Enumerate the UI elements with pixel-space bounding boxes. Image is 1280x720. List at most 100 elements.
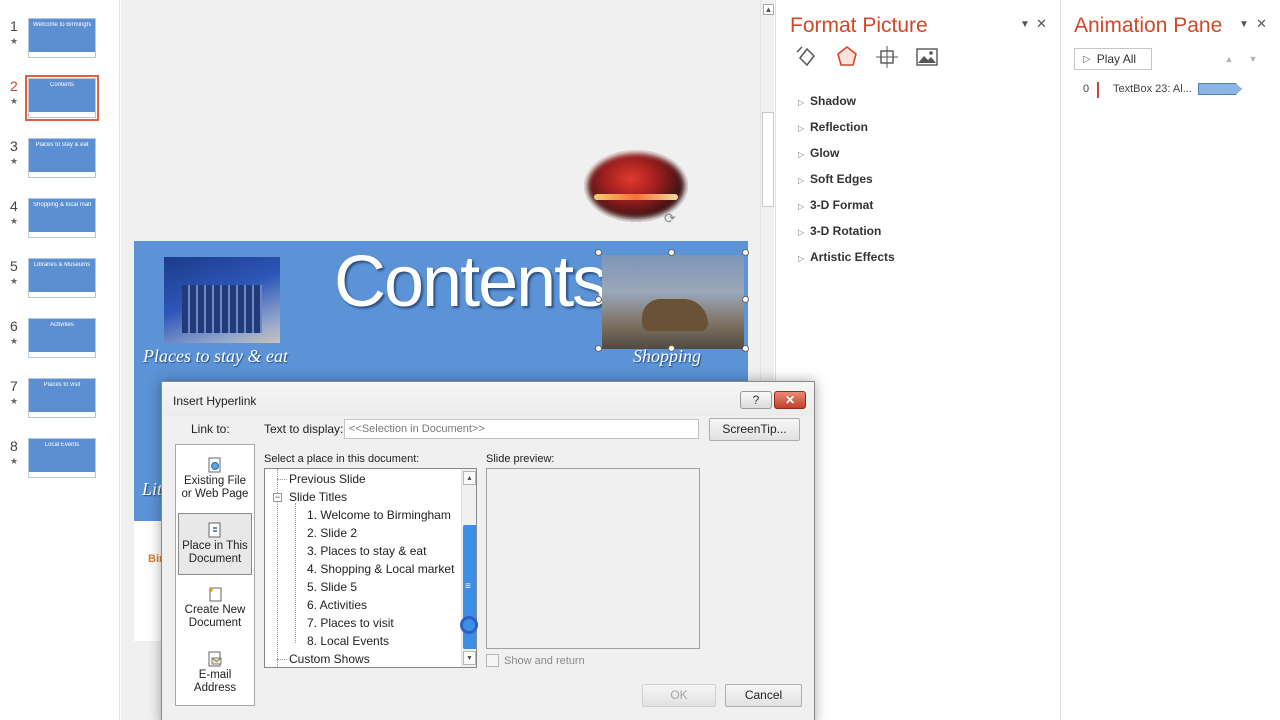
section-3d-format[interactable]: ▷ 3-D Format (798, 198, 873, 212)
tree-item-slide[interactable]: 7. Places to visit (307, 616, 394, 630)
slide-number: 3 (10, 138, 18, 154)
insert-hyperlink-dialog: Insert Hyperlink ? ✕ Link to: Existing F… (161, 381, 815, 720)
picture-icon[interactable] (914, 44, 940, 70)
selection-handle[interactable] (668, 345, 675, 352)
slide-thumbnail-image[interactable]: Libraries & Museums (28, 258, 96, 298)
slide-number: 6 (10, 318, 18, 334)
selection-handle[interactable] (595, 249, 602, 256)
effects-icon[interactable] (834, 44, 860, 70)
selection-handle[interactable] (742, 345, 749, 352)
trigger-marker (1097, 82, 1099, 98)
slide-preview-box (486, 468, 700, 649)
selection-handle[interactable] (742, 296, 749, 303)
tree-guide-line (277, 659, 287, 660)
collapse-toggle-icon[interactable]: − (273, 493, 282, 502)
help-button[interactable]: ? (740, 391, 772, 409)
label-places-to-stay[interactable]: Places to stay & eat (143, 346, 288, 367)
tree-item-slide[interactable]: 1. Welcome to Birmingham (307, 508, 451, 522)
rotate-handle-icon[interactable]: ⟳ (664, 210, 680, 226)
selection-handle[interactable] (742, 249, 749, 256)
slide-thumbnail-image[interactable]: Activities (28, 318, 96, 358)
scroll-down-arrow[interactable]: ▼ (463, 651, 476, 665)
animation-star-icon: ★ (10, 336, 19, 346)
tree-item-previous-slide[interactable]: Previous Slide (289, 472, 366, 486)
selection-handle[interactable] (668, 249, 675, 256)
text-to-display-input[interactable] (344, 419, 699, 439)
bull-statue-photo[interactable] (602, 255, 744, 349)
selection-handle[interactable] (595, 296, 602, 303)
thumbnail-title: Libraries & Museums (33, 262, 91, 268)
move-up-arrow-icon[interactable]: ▲ (1218, 48, 1240, 70)
slide-thumbnail[interactable]: 6 ★ Activities (0, 318, 120, 368)
pane-options-chevron-icon[interactable]: ▼ (1020, 19, 1030, 30)
dialog-titlebar[interactable] (162, 382, 814, 416)
thumbnail-footer (29, 412, 95, 417)
move-down-arrow-icon[interactable]: ▼ (1242, 48, 1264, 70)
slide-thumbnail-image[interactable]: Welcome to Birmingham (28, 18, 96, 58)
animation-item[interactable]: 0 TextBox 23: Al... (1081, 80, 1271, 100)
slide-thumbnail[interactable]: 2 ★ Contents (0, 75, 120, 128)
ok-button[interactable]: OK (642, 684, 716, 707)
show-and-return-checkbox[interactable] (486, 654, 499, 667)
section-artistic-effects[interactable]: ▷ Artistic Effects (798, 250, 895, 264)
scroll-thumb[interactable] (762, 112, 774, 207)
animation-star-icon: ★ (10, 156, 19, 166)
link-existing-file[interactable]: Existing File or Web Page (178, 449, 252, 511)
tree-item-slide[interactable]: 8. Local Events (307, 634, 389, 648)
slide-thumbnail[interactable]: 4 ★ Shopping & local market (0, 198, 120, 248)
thumbnail-footer (29, 172, 95, 177)
mouse-cursor-highlight (460, 616, 478, 634)
timeline-bar (1198, 83, 1242, 95)
close-button[interactable]: ✕ (774, 391, 806, 409)
thumbnail-title: Contents (49, 82, 74, 88)
tree-item-custom-shows[interactable]: Custom Shows (289, 652, 370, 666)
tree-item-slide[interactable]: 2. Slide 2 (307, 526, 357, 540)
link-email-address[interactable]: E-mail Address (178, 643, 252, 705)
fill-line-icon[interactable] (794, 44, 820, 70)
slide-thumbnail[interactable]: 7 ★ Places to visit (0, 378, 120, 428)
slide-thumbnail-image[interactable]: Places to visit (28, 378, 96, 418)
cancel-button[interactable]: Cancel (725, 684, 802, 707)
tree-item-slide[interactable]: 5. Slide 5 (307, 580, 357, 594)
email-icon (207, 651, 223, 667)
play-icon: ▷ (1083, 53, 1091, 65)
link-place-in-document[interactable]: Place in This Document (178, 513, 252, 575)
section-soft-edges[interactable]: ▷ Soft Edges (798, 172, 873, 186)
section-glow[interactable]: ▷ Glow (798, 146, 839, 160)
tree-item-slide-titles[interactable]: Slide Titles (289, 490, 347, 504)
slide-title[interactable]: Contents (334, 241, 608, 323)
tree-item-slide[interactable]: 6. Activities (307, 598, 367, 612)
slide-thumbnail[interactable]: 8 ★ Local Events (0, 438, 120, 488)
tree-item-slide[interactable]: 3. Places to stay & eat (307, 544, 426, 558)
slide-thumbnail[interactable]: 5 ★ Libraries & Museums (0, 258, 120, 308)
slide-number: 2 (10, 78, 18, 94)
section-reflection[interactable]: ▷ Reflection (798, 120, 868, 134)
slide-thumbnail-image[interactable]: Shopping & local market (28, 198, 96, 238)
slide-thumbnail[interactable]: 1 ★ Welcome to Birmingham (0, 18, 120, 68)
animation-star-icon: ★ (10, 96, 19, 106)
section-shadow[interactable]: ▷ Shadow (798, 94, 856, 108)
thumbnail-footer (29, 52, 95, 57)
show-and-return-option[interactable]: Show and return (486, 654, 585, 667)
animation-star-icon: ★ (10, 36, 19, 46)
slide-thumbnails-panel: 1 ★ Welcome to Birmingham 2 ★ Contents 3 ★ Place… (0, 0, 120, 720)
slide-thumbnail-image[interactable]: Places to stay & eat (28, 138, 96, 178)
slide-thumbnail[interactable]: 3 ★ Places to stay & eat (0, 138, 120, 188)
close-pane-icon[interactable]: ✕ (1036, 16, 1047, 32)
tree-item-slide[interactable]: 4. Shopping & Local market (307, 562, 454, 576)
close-pane-icon[interactable]: ✕ (1256, 16, 1267, 32)
tree-scrollbar[interactable]: ▲ ▼ (461, 469, 476, 667)
hotel-photo[interactable] (164, 257, 280, 343)
section-3d-rotation[interactable]: ▷ 3-D Rotation (798, 224, 881, 238)
link-create-new-document[interactable]: Create New Document (178, 578, 252, 640)
size-properties-icon[interactable] (874, 44, 900, 70)
selection-handle[interactable] (595, 345, 602, 352)
label-shopping[interactable]: Shopping (633, 346, 701, 367)
play-all-button[interactable]: ▷ Play All (1074, 48, 1152, 70)
scroll-up-arrow[interactable]: ▲ (763, 4, 774, 15)
scroll-up-arrow[interactable]: ▲ (463, 471, 476, 485)
slide-thumbnail-image[interactable]: Contents (25, 75, 99, 121)
slide-thumbnail-image[interactable]: Local Events (28, 438, 96, 478)
pane-options-chevron-icon[interactable]: ▼ (1239, 19, 1249, 30)
screentip-button[interactable]: ScreenTip... (709, 418, 800, 441)
